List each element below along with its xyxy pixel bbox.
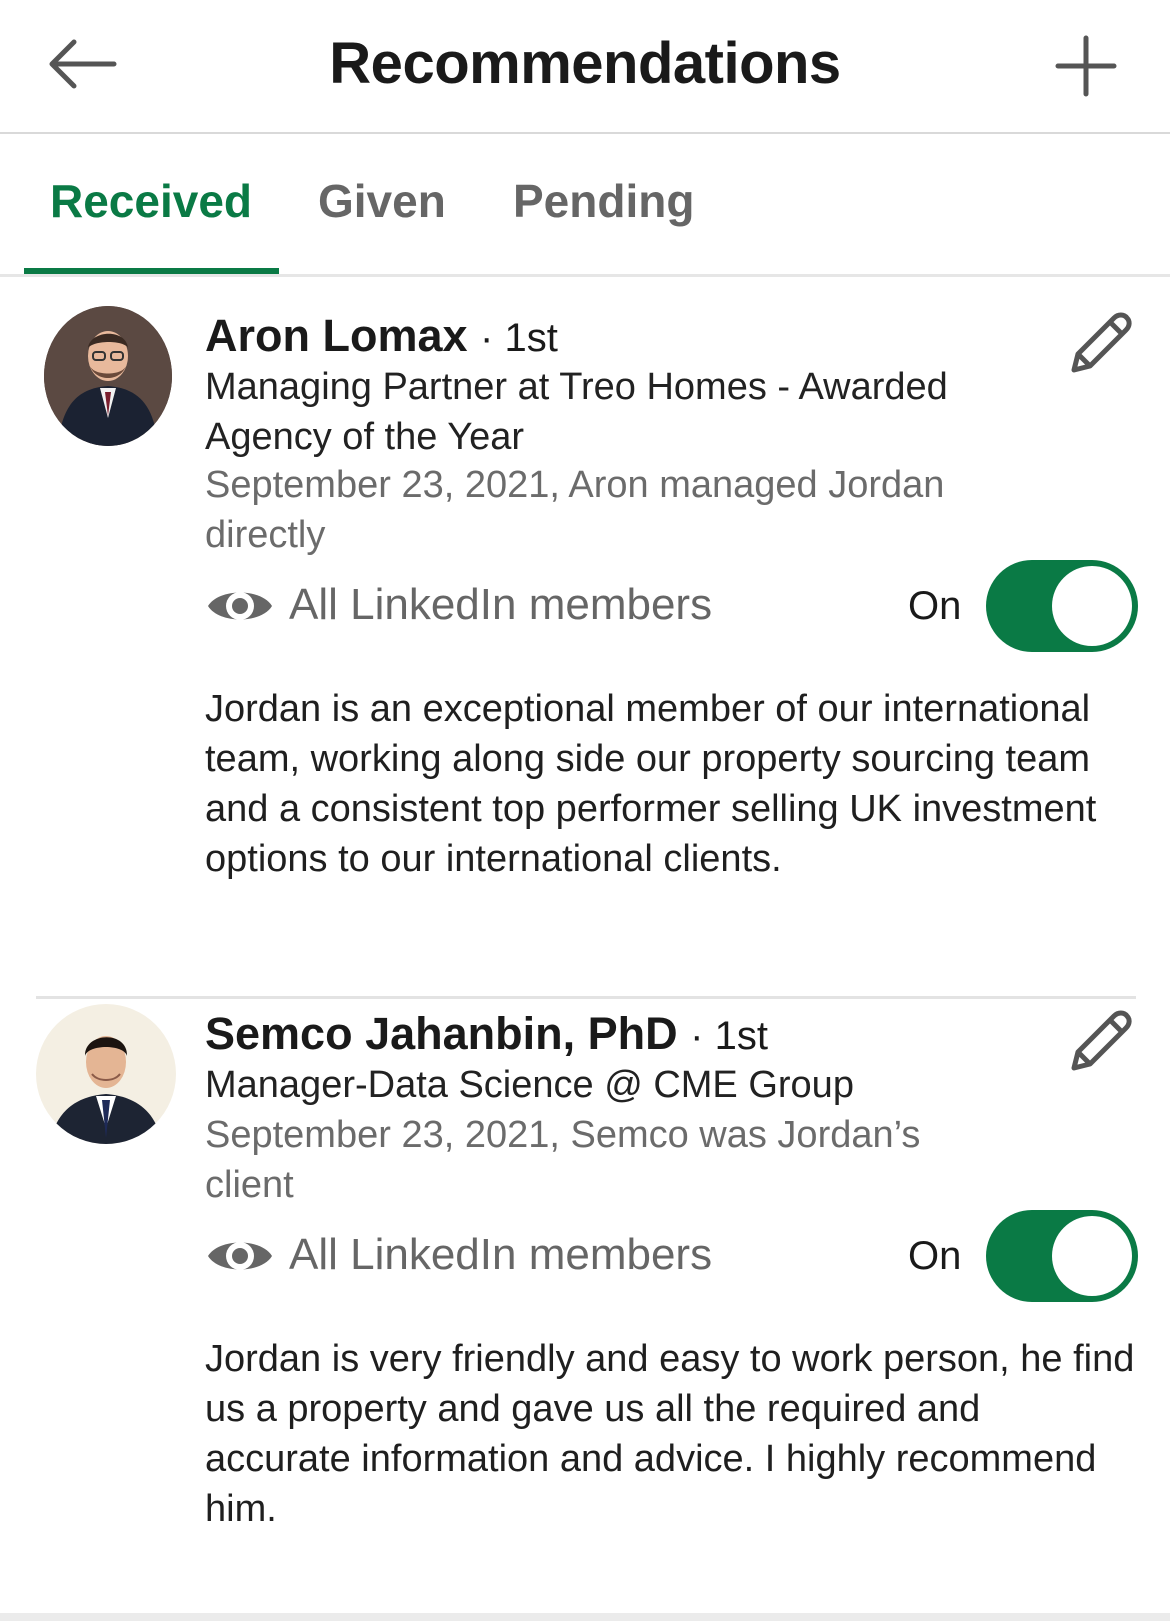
visibility-toggle[interactable] (986, 560, 1138, 652)
eye-icon (208, 592, 272, 620)
recommendation-text: Jordan is an exceptional member of our i… (205, 688, 1097, 880)
plus-icon (1055, 35, 1117, 97)
list-end-divider (0, 1613, 1170, 1621)
relationship-meta: September 23, 2021, Aron managed Jordan … (205, 464, 945, 556)
profile-photo (44, 306, 172, 446)
toggle-state-label: On (908, 584, 962, 628)
edit-button[interactable] (1064, 1006, 1134, 1076)
recommender-name-line: Aron Lomax · 1st (205, 310, 558, 362)
recommender-headline: Managing Partner at Treo Homes - Awarded… (205, 366, 948, 458)
recommender-name-line: Semco Jahanbin, PhD · 1st (205, 1008, 768, 1060)
recommender-name[interactable]: Aron Lomax (205, 310, 468, 361)
profile-photo (36, 1004, 176, 1144)
tab-bar: Received Given Pending (0, 134, 1170, 277)
visibility-setting: All LinkedIn members (205, 1226, 905, 1286)
avatar[interactable] (36, 1004, 176, 1144)
recommendation-text: Jordan is very friendly and easy to work… (205, 1338, 1135, 1530)
edit-button[interactable] (1064, 308, 1134, 378)
connection-degree: · 1st (480, 316, 558, 360)
connection-degree: · 1st (690, 1014, 768, 1058)
toggle-state-label: On (908, 1234, 962, 1278)
toggle-knob (1052, 566, 1132, 646)
add-recommendation-button[interactable] (1054, 34, 1118, 98)
pencil-icon (1071, 312, 1132, 373)
active-tab-indicator (24, 268, 279, 274)
recommender-headline: Manager-Data Science @ CME Group (205, 1064, 854, 1106)
tab-given[interactable]: Given (318, 174, 446, 228)
recommender-name[interactable]: Semco Jahanbin, PhD (205, 1008, 678, 1059)
top-bar: Recommendations (0, 0, 1170, 134)
tab-pending[interactable]: Pending (513, 174, 694, 228)
avatar[interactable] (44, 306, 172, 446)
relationship-meta: September 23, 2021, Semco was Jordan’s c… (205, 1114, 921, 1206)
visibility-toggle[interactable] (986, 1210, 1138, 1302)
visibility-setting: All LinkedIn members (205, 576, 905, 636)
tab-received[interactable]: Received (50, 174, 252, 228)
eye-icon (208, 1242, 272, 1270)
toggle-knob (1052, 1216, 1132, 1296)
page-title: Recommendations (329, 31, 841, 96)
card-divider (36, 996, 1136, 999)
visibility-label: All LinkedIn members (289, 1230, 713, 1279)
pencil-icon (1071, 1010, 1132, 1071)
visibility-label: All LinkedIn members (289, 580, 713, 629)
